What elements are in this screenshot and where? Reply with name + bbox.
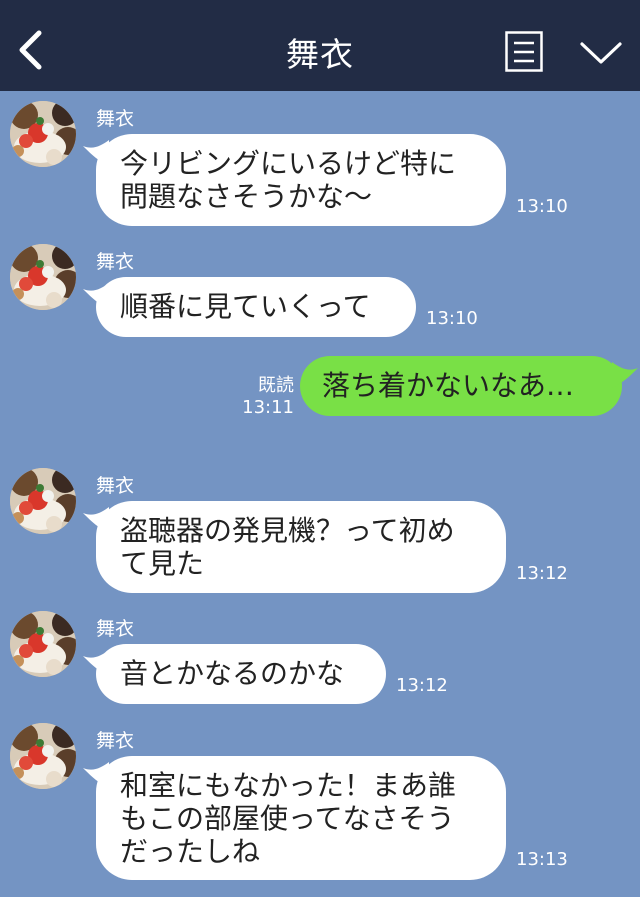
avatar[interactable] xyxy=(10,723,76,789)
message-bubble[interactable]: 盗聴器の発見機？って初め て見た xyxy=(96,501,506,593)
avatar-image xyxy=(10,468,76,534)
message-bubble[interactable]: 和室にもなかった！まあ誰 もこの部屋使ってなさそう だったしね xyxy=(96,756,506,880)
message-bubble-outgoing[interactable]: 落ち着かないなあ… xyxy=(300,356,622,416)
message-time: 13:13 xyxy=(516,849,568,870)
avatar-image xyxy=(10,244,76,310)
avatar-image xyxy=(10,101,76,167)
read-status: 既読 xyxy=(258,375,294,396)
chat-title: 舞衣 xyxy=(286,35,354,74)
message-time: 13:10 xyxy=(426,308,478,329)
message-time: 13:10 xyxy=(516,196,568,217)
message-time: 13:11 xyxy=(242,397,294,418)
bubble-tail xyxy=(612,362,638,388)
avatar[interactable] xyxy=(10,101,76,167)
avatar-image xyxy=(10,723,76,789)
message-bubble[interactable]: 音とかなるのかな xyxy=(96,644,386,704)
avatar[interactable] xyxy=(10,611,76,677)
message-time: 13:12 xyxy=(396,675,448,696)
sender-name: 舞衣 xyxy=(96,251,135,273)
message-bubble[interactable]: 順番に見ていくって xyxy=(96,277,416,337)
dropdown-button[interactable] xyxy=(578,36,624,68)
sender-name: 舞衣 xyxy=(96,475,135,497)
menu-button[interactable] xyxy=(505,31,543,72)
message-time: 13:12 xyxy=(516,563,568,584)
avatar[interactable] xyxy=(10,244,76,310)
avatar-image xyxy=(10,611,76,677)
read-receipt: 既読 13:11 xyxy=(238,375,294,419)
sender-name: 舞衣 xyxy=(96,730,135,752)
chevron-down-icon xyxy=(580,42,622,64)
sender-name: 舞衣 xyxy=(96,108,135,130)
chat-header: 舞衣 xyxy=(0,0,640,91)
menu-icon xyxy=(505,31,543,72)
avatar[interactable] xyxy=(10,468,76,534)
message-bubble[interactable]: 今リビングにいるけど特に 問題なさそうかな〜 xyxy=(96,134,506,226)
sender-name: 舞衣 xyxy=(96,618,135,640)
